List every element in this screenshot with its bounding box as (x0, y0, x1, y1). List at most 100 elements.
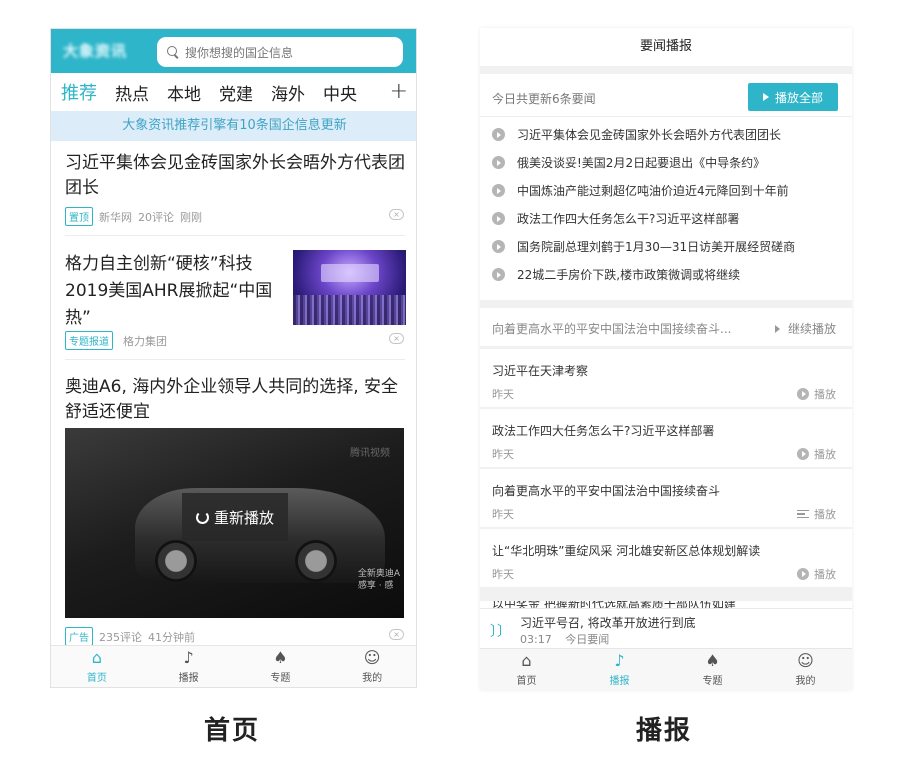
broadcast-item[interactable]: 让“华北明珠”重绽风采 河北雄安新区总体规划解读 昨天 播放 (480, 529, 852, 587)
item-title: 让“华北明珠”重绽风采 河北雄安新区总体规划解读 (492, 544, 761, 558)
play-all-label: 播放全部 (774, 90, 823, 105)
car-wheel (295, 540, 337, 582)
news-comments: 235评论 (99, 630, 142, 644)
headline-item[interactable]: 中国炼油产能过剩超亿吨油价迫近4元降回到十年前 (492, 182, 789, 199)
divider (480, 116, 852, 117)
news-item[interactable]: 习近平集体会见金砖国家外长会晤外方代表团团长 (65, 151, 405, 201)
video-caption: 全新奥迪A 感享 · 感 (358, 568, 400, 592)
item-title: 向着更高水平的平安中国法治中国接续奋斗 (492, 484, 721, 498)
home-screen: 大象资讯 搜你想搜的国企信息 推荐 热点 本地 党建 海外 中央 + 大象资讯推… (50, 28, 417, 688)
headline-text: 俄美没谈妥!美国2月2日起要退出《中导条约》 (517, 156, 766, 170)
nav-label: 专题 (702, 676, 723, 687)
item-play-button[interactable]: 播放 (797, 566, 836, 582)
dismiss-icon[interactable]: × (389, 333, 404, 344)
caption-home: 首页 (204, 716, 261, 746)
tab-hot[interactable]: 热点 (115, 80, 149, 105)
play-label: 播放 (814, 388, 836, 401)
nav-label: 首页 (516, 676, 537, 687)
continue-play-button[interactable]: 继续播放 (775, 320, 836, 337)
nav-home[interactable]: ⌂ 首页 (51, 646, 143, 687)
news-title: 习近平集体会见金砖国家外长会晤外方代表团团长 (65, 153, 405, 198)
nav-topics[interactable]: ♠ 专题 (666, 649, 759, 690)
audience (293, 295, 406, 325)
top-bar: 大象资讯 搜你想搜的国企信息 (51, 29, 416, 73)
play-circle-icon (492, 212, 505, 225)
caption-broadcast: 播报 (636, 716, 693, 746)
news-item[interactable]: 奥迪A6, 海内外企业领导人共同的选择, 安全舒适还便宜 (65, 375, 405, 425)
item-date: 昨天 (492, 508, 514, 521)
player-title: 习近平号召, 将改革开放进行到底 (520, 616, 696, 630)
search-input[interactable]: 搜你想搜的国企信息 (157, 37, 403, 67)
headline-item[interactable]: 国务院副总理刘鹤于1月30—31日访美开展经贸磋商 (492, 238, 795, 255)
play-label: 播放 (814, 508, 836, 521)
update-banner: 大象资讯推荐引擎有10条国企信息更新 (51, 111, 416, 141)
play-icon (762, 93, 769, 101)
broadcast-item[interactable]: 习近平在天津考察 昨天 播放 (480, 349, 852, 407)
microphone-icon: ♪ (183, 648, 194, 667)
nav-broadcast[interactable]: ♪ 播报 (573, 649, 666, 690)
nav-label: 专题 (270, 673, 291, 684)
news-item[interactable]: 格力自主创新“硬核”科技 2019美国AHR展掀起“中国热” (65, 251, 275, 332)
microphone-icon: ♪ (614, 651, 625, 670)
tab-party[interactable]: 党建 (219, 80, 253, 105)
nav-profile[interactable]: ☺ 我的 (326, 646, 416, 687)
news-title: 格力自主创新“硬核”科技 2019美国AHR展掀起“中国热” (65, 254, 273, 328)
headline-item[interactable]: 俄美没谈妥!美国2月2日起要退出《中导条约》 (492, 154, 765, 171)
tab-overseas[interactable]: 海外 (271, 80, 305, 105)
headline-item[interactable]: 政法工作四大任务怎么干?习近平这样部署 (492, 210, 739, 227)
tab-central[interactable]: 中央 (323, 80, 357, 105)
headline-text: 22城二手房价下跌,楼市政策微调或将继续 (517, 268, 741, 282)
pinned-tag: 置顶 (65, 207, 93, 226)
playlist-icon (797, 510, 809, 518)
home-icon: ⌂ (521, 651, 532, 670)
broadcast-item[interactable]: 政法工作四大任务怎么干?习近平这样部署 昨天 播放 (480, 409, 852, 467)
tab-recommend[interactable]: 推荐 (61, 79, 97, 105)
nav-home[interactable]: ⌂ 首页 (480, 649, 573, 690)
stage-screen (321, 264, 379, 282)
headline-item[interactable]: 22城二手房价下跌,楼市政策微调或将继续 (492, 266, 740, 283)
play-all-button[interactable]: 播放全部 (748, 83, 838, 111)
add-tab-button[interactable]: + (390, 79, 408, 104)
mini-player[interactable]: 〕〕 习近平号召, 将改革开放进行到底 03:17 今日要闻 (480, 608, 852, 648)
replay-button[interactable]: 重新播放 (182, 493, 288, 541)
item-date: 昨天 (492, 388, 514, 401)
player-time: 03:17 (520, 633, 552, 646)
nav-topics[interactable]: ♠ 专题 (235, 646, 327, 687)
video-caption-line: 感享 · 感 (357, 581, 394, 591)
headline-item[interactable]: 习近平集体会见金砖国家外长会晤外方代表团团长 (492, 126, 781, 143)
headline-section: 今日共更新6条要闻 播放全部 习近平集体会见金砖国家外长会晤外方代表团团长 俄美… (480, 74, 852, 300)
user-icon: ☺ (797, 651, 814, 670)
news-meta: 置顶 新华网 20评论 刚刚 (65, 207, 208, 226)
continue-bar[interactable]: 向着更高水平的平安中国法治中国接续奋斗... 继续播放 (480, 308, 852, 346)
headline-text: 政法工作四大任务怎么干?习近平这样部署 (517, 212, 740, 226)
news-time: 刚刚 (180, 210, 202, 224)
news-comments: 20评论 (138, 210, 174, 224)
user-icon: ☺ (363, 648, 381, 667)
topic-tag: 专题报道 (65, 331, 113, 350)
nav-broadcast[interactable]: ♪ 播报 (143, 646, 235, 687)
play-circle-icon (492, 268, 505, 281)
play-label: 播放 (814, 568, 836, 581)
bottom-nav: ⌂ 首页 ♪ 播报 ♠ 专题 ☺ 我的 (51, 645, 416, 687)
news-title: 奥迪A6, 海内外企业领导人共同的选择, 安全舒适还便宜 (65, 377, 399, 422)
app-logo: 大象资讯 (63, 42, 128, 60)
headline-text: 习近平集体会见金砖国家外长会晤外方代表团团长 (517, 128, 782, 142)
nav-label: 我的 (795, 676, 816, 687)
item-play-button[interactable]: 播放 (797, 446, 836, 462)
dismiss-icon[interactable]: × (389, 629, 404, 640)
tab-local[interactable]: 本地 (167, 80, 201, 105)
car-wheel (155, 540, 197, 582)
dismiss-icon[interactable]: × (389, 209, 404, 220)
news-source: 新华网 (99, 210, 132, 224)
nav-label: 播报 (609, 676, 630, 687)
news-thumbnail[interactable] (293, 250, 406, 325)
item-play-button[interactable]: 播放 (797, 506, 836, 522)
broadcast-item[interactable]: 向着更高水平的平安中国法治中国接续奋斗 昨天 播放 (480, 469, 852, 527)
nav-profile[interactable]: ☺ 我的 (759, 649, 852, 690)
video-player[interactable]: 腾讯视频 重新播放 全新奥迪A 感享 · 感 (65, 428, 404, 618)
replay-icon (195, 510, 209, 524)
item-play-button[interactable]: 播放 (797, 386, 836, 402)
continue-title: 向着更高水平的平安中国法治中国接续奋斗... (492, 322, 732, 336)
nav-label: 首页 (86, 673, 107, 684)
play-circle-icon (797, 448, 809, 460)
